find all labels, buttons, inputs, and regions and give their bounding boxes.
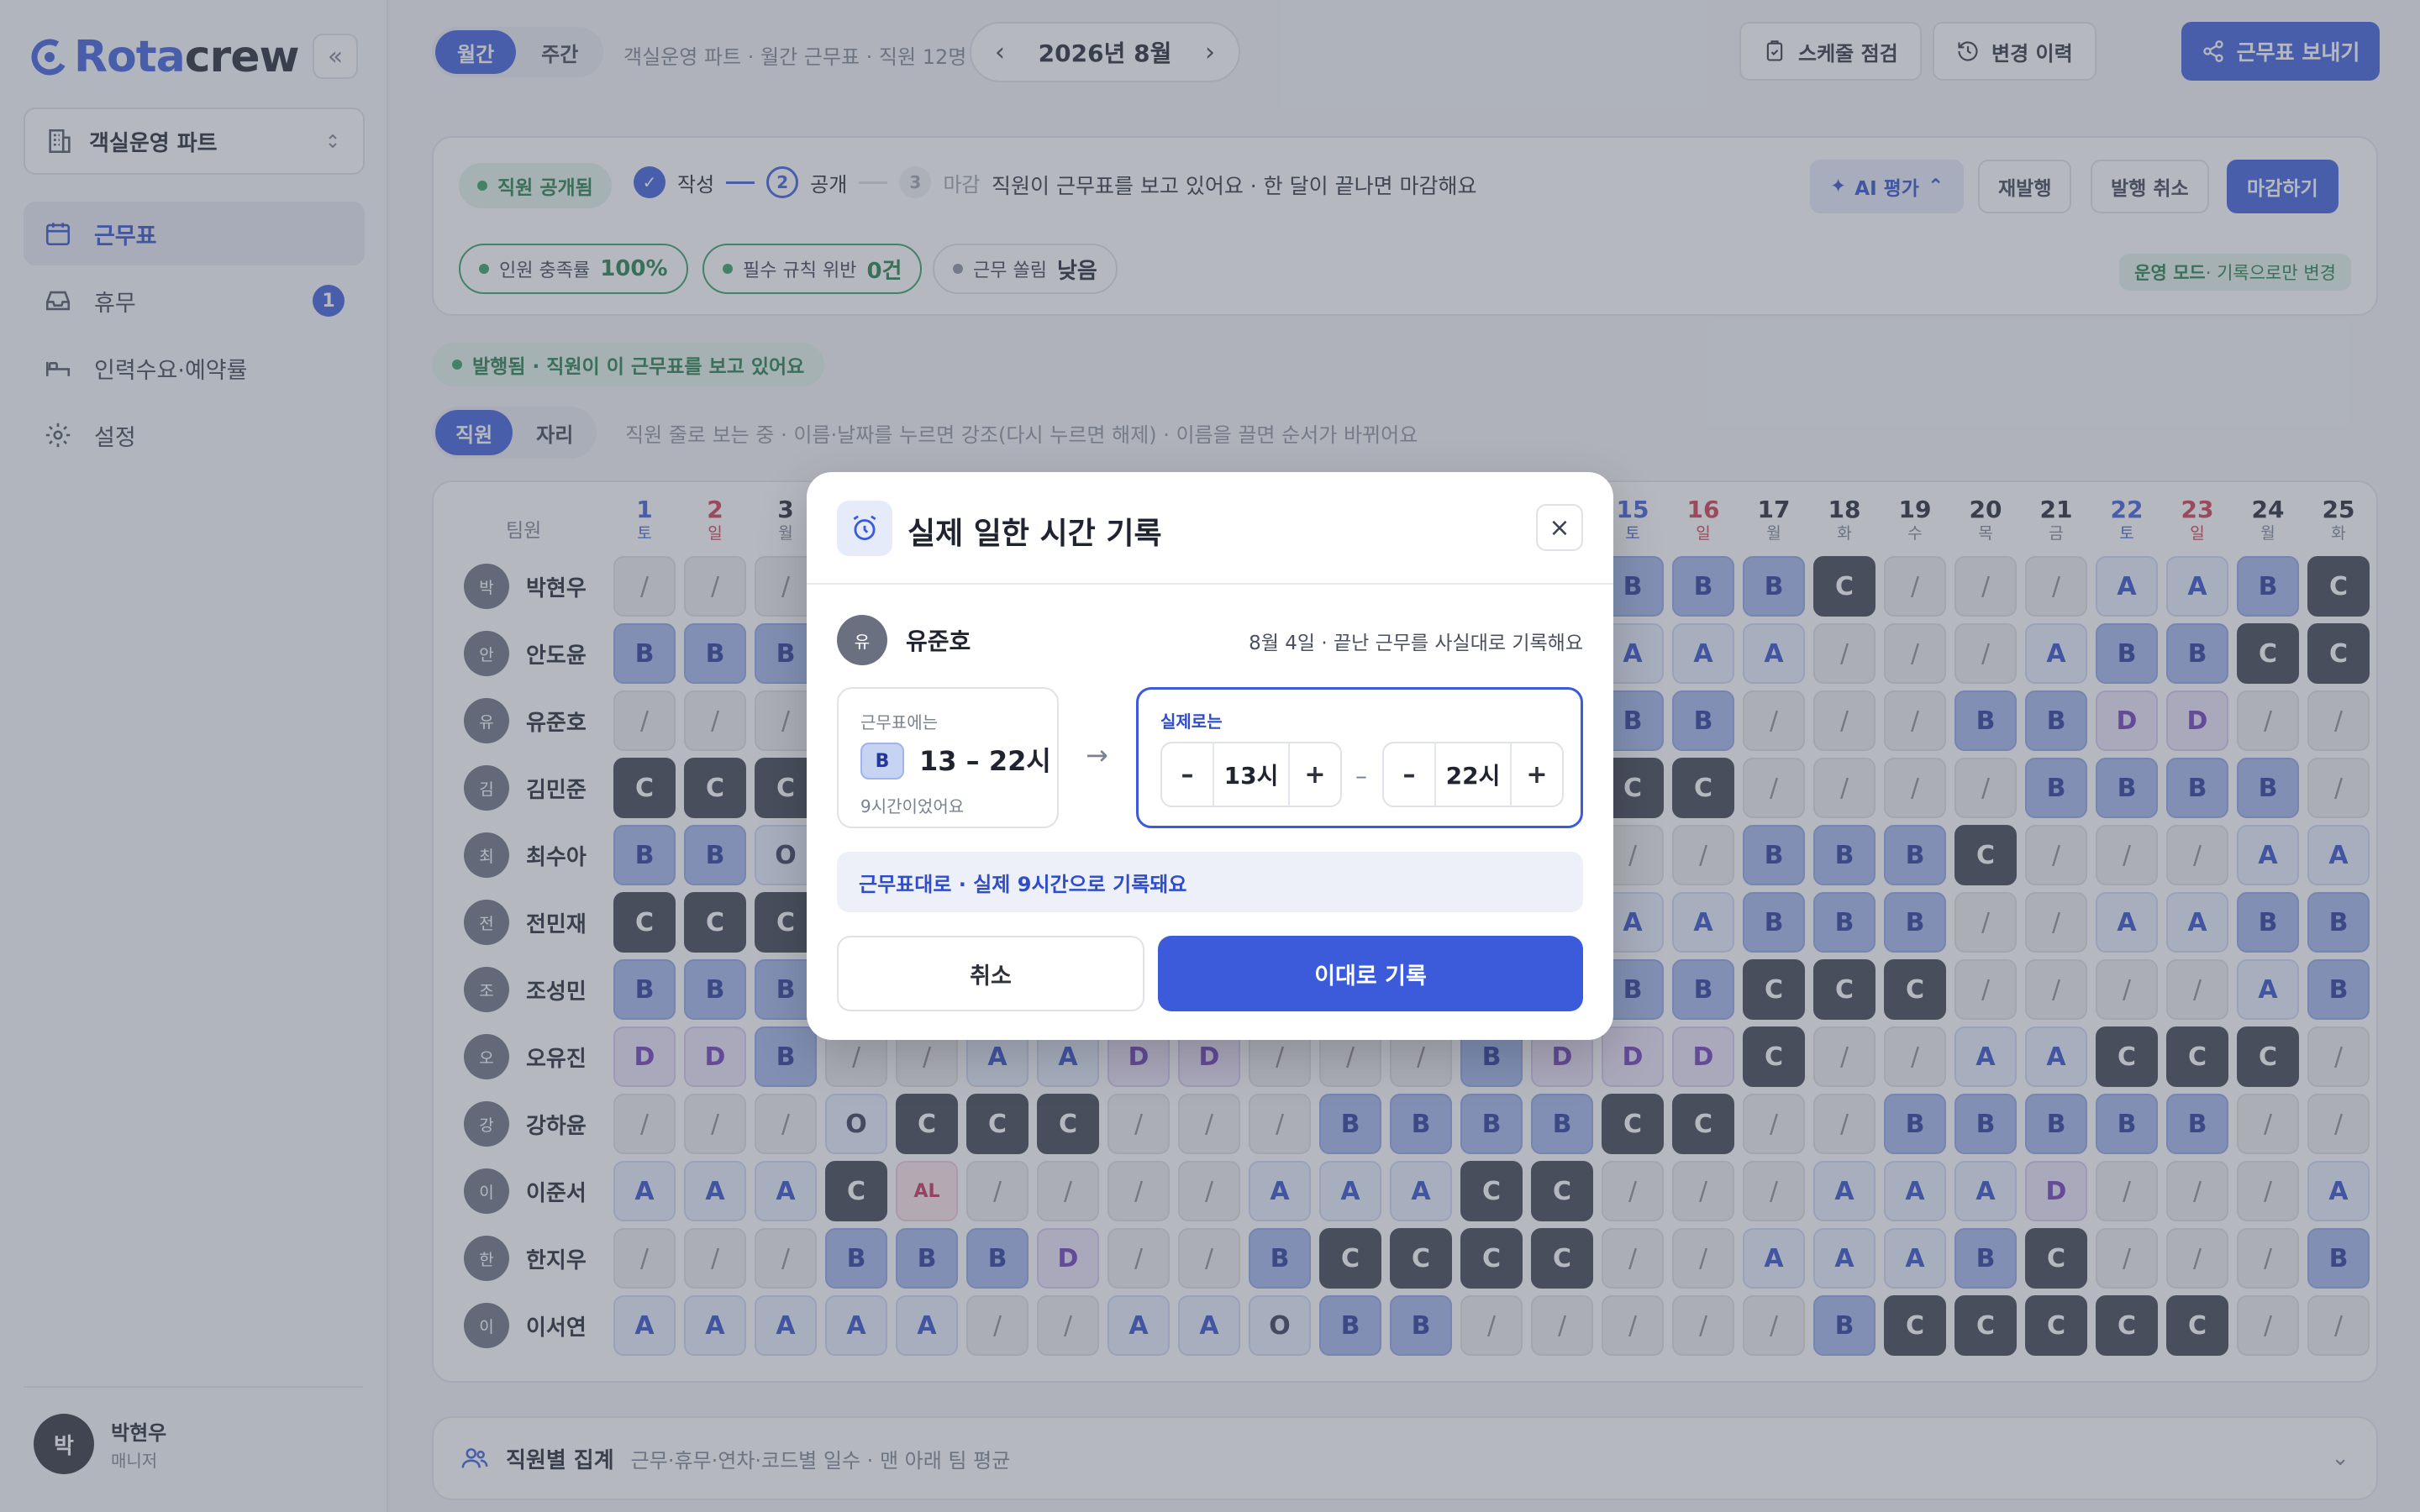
scheduled-shift-box: 근무표에는 B 13 – 22시 9시간이었어요: [837, 687, 1059, 828]
close-button[interactable]: ×: [1536, 504, 1583, 551]
start-time-stepper: – 13시 +: [1160, 742, 1342, 807]
end-decrement-button[interactable]: –: [1384, 743, 1434, 806]
modal-person: 유 유준호: [837, 615, 971, 665]
avatar: 유: [837, 615, 887, 665]
record-info: 근무표대로 · 실제 9시간으로 기록돼요: [837, 852, 1583, 912]
confirm-record-button[interactable]: 이대로 기록: [1158, 936, 1583, 1011]
range-separator: –: [1355, 762, 1367, 790]
alarm-clock-icon: [837, 501, 892, 556]
start-decrement-button[interactable]: –: [1162, 743, 1213, 806]
start-increment-button[interactable]: +: [1290, 743, 1340, 806]
arrow-right-icon: →: [1086, 739, 1108, 771]
shift-code-chip: B: [860, 743, 904, 780]
modal-title: 실제 일한 시간 기록: [908, 517, 1162, 551]
start-time-value[interactable]: 13시: [1213, 743, 1290, 806]
scheduled-range: 13 – 22시: [919, 745, 1051, 777]
end-increment-button[interactable]: +: [1512, 743, 1562, 806]
close-icon: ×: [1549, 512, 1570, 543]
person-name: 유준호: [906, 627, 971, 655]
modal-header: 실제 일한 시간 기록 ×: [807, 472, 1613, 585]
actual-hours-modal: 실제 일한 시간 기록 × 유 유준호 8월 4일 · 끝난 근무를 사실대로 …: [807, 472, 1613, 1040]
end-time-stepper: – 22시 +: [1382, 742, 1564, 807]
modal-note: 8월 4일 · 끝난 근무를 사실대로 기록해요: [1249, 633, 1583, 654]
cancel-button[interactable]: 취소: [837, 936, 1144, 1011]
scheduled-duration: 9시간이었어요: [860, 796, 965, 816]
end-time-value[interactable]: 22시: [1434, 743, 1512, 806]
actual-shift-box: 실제로는 – 13시 + – – 22시 +: [1136, 687, 1583, 828]
scheduled-label: 근무표에는: [860, 712, 938, 732]
actual-label: 실제로는: [1160, 711, 1223, 732]
